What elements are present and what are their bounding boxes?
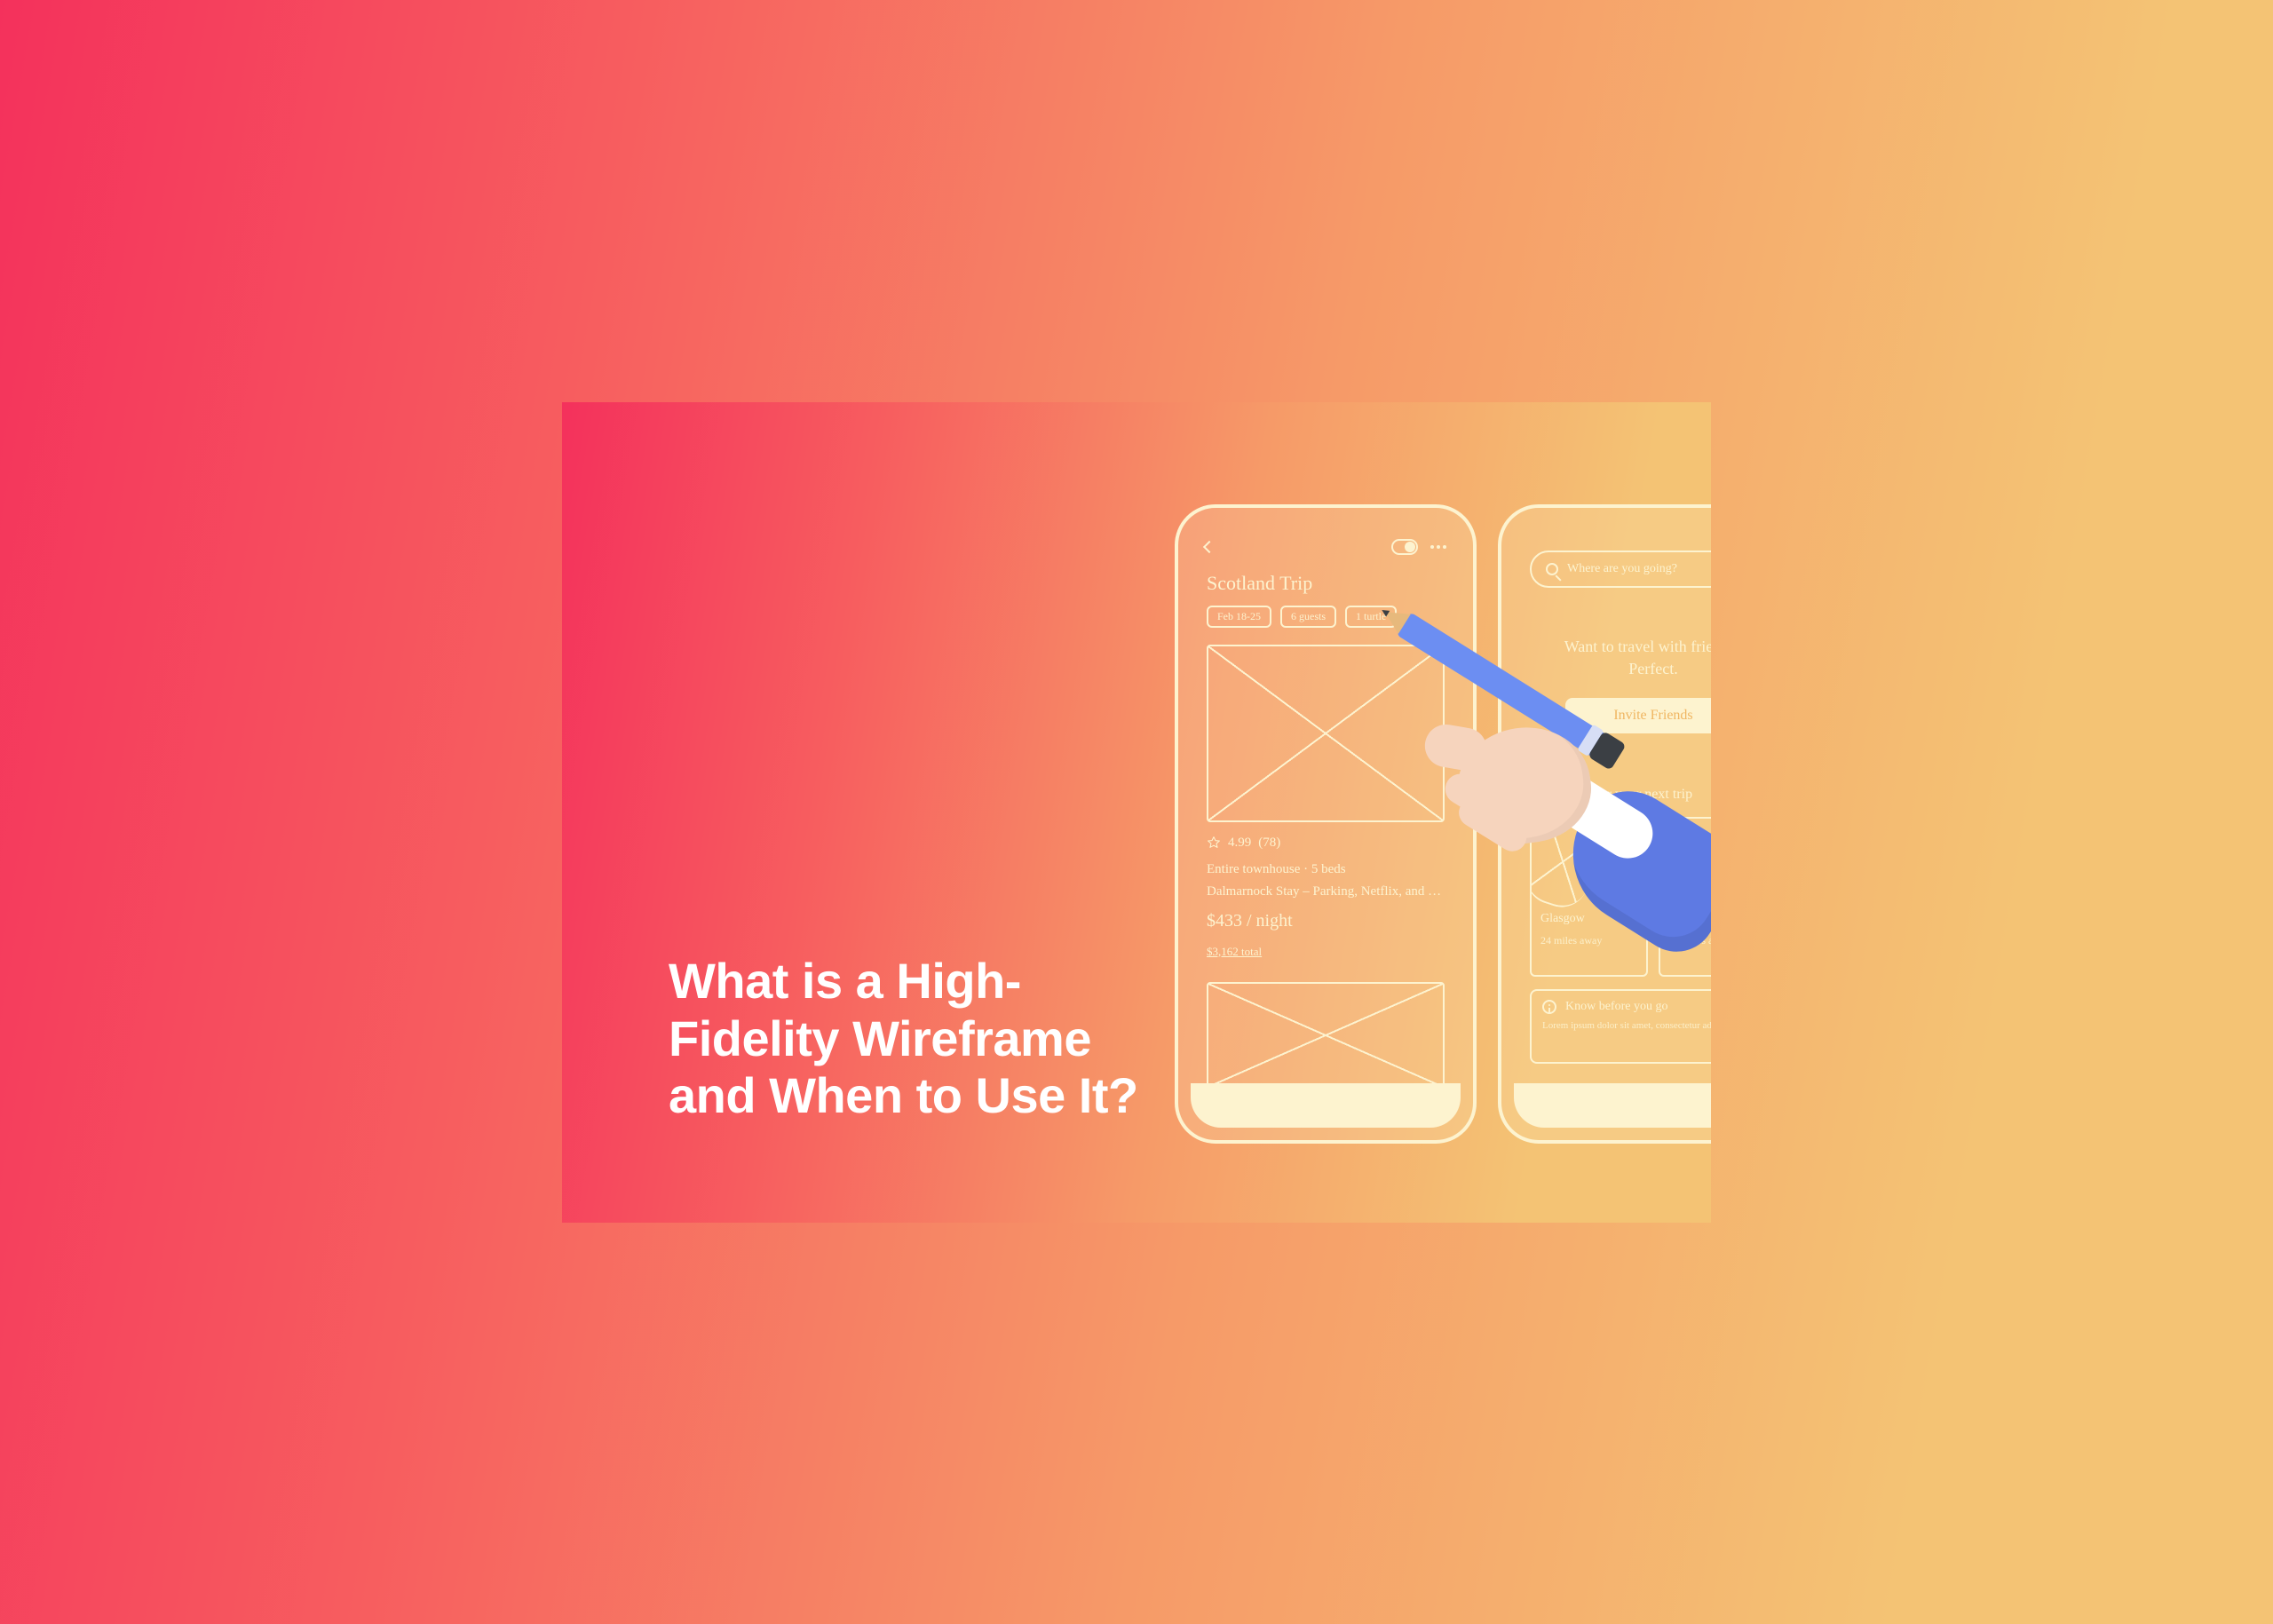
more-icon [1430, 545, 1446, 549]
toggle-icon [1391, 539, 1418, 555]
listing-name-line: Dalmarnock Stay – Parking, Netflix, and … [1207, 884, 1445, 899]
inspiration-heading: Inspiration for your next trip [1530, 787, 1692, 803]
image-placeholder-icon [1207, 982, 1445, 1089]
info-icon [1542, 1000, 1556, 1014]
know-before-body: Lorem ipsum dolor sit amet, consectetur … [1542, 1019, 1711, 1032]
search-field: Where are you going? [1530, 551, 1711, 588]
travel-cta-copy: Want to travel with friends? Perfect. [1530, 636, 1711, 680]
image-placeholder-icon [1530, 817, 1606, 914]
invite-friends-button: Invite Friends [1565, 698, 1711, 733]
trip-title: Scotland Trip [1207, 572, 1312, 595]
listing-type-line: Entire townhouse · 5 beds [1207, 862, 1346, 877]
wireframe-phone-trip: Scotland Trip Feb 18-25 6 guests 1 turtl… [1175, 504, 1477, 1144]
wireframe-phone-explore: Where are you going? Want to travel with… [1498, 504, 1711, 1144]
listing-price: $433 / night [1207, 911, 1293, 931]
destination-card: Glasgow 24 miles away [1530, 817, 1648, 977]
travel-line-2: Perfect. [1530, 658, 1711, 680]
rating-row: 4.99 (78) [1207, 836, 1280, 851]
rating-count: (78) [1258, 836, 1280, 851]
image-placeholder-icon [1207, 645, 1445, 822]
article-title: What is a High-Fidelity Wireframe and Wh… [669, 953, 1166, 1124]
know-before-title: Know before you go [1565, 1000, 1667, 1014]
chip-pets: 1 turtle [1345, 606, 1397, 628]
image-placeholder-icon [1659, 817, 1711, 914]
destination-distance: 24 miles away [1540, 934, 1602, 947]
destination-card: Edinburgh 36 miles away [1659, 817, 1711, 977]
back-icon [1203, 540, 1216, 552]
know-before-card: Know before you go Lorem ipsum dolor sit… [1530, 989, 1711, 1064]
destination-city: Edinburgh [1669, 912, 1711, 926]
listing-total: $3,162 total [1207, 945, 1262, 959]
chip-guests: 6 guests [1280, 606, 1336, 628]
travel-line-1: Want to travel with friends? [1530, 636, 1711, 658]
destination-city: Glasgow [1540, 912, 1585, 926]
search-placeholder: Where are you going? [1567, 562, 1677, 576]
star-icon [1207, 836, 1221, 850]
hero-graphic: What is a High-Fidelity Wireframe and Wh… [0, 0, 2273, 1624]
rating-value: 4.99 [1228, 836, 1251, 851]
destination-distance: 36 miles away [1669, 934, 1711, 947]
search-icon [1546, 563, 1558, 575]
chip-dates: Feb 18-25 [1207, 606, 1271, 628]
